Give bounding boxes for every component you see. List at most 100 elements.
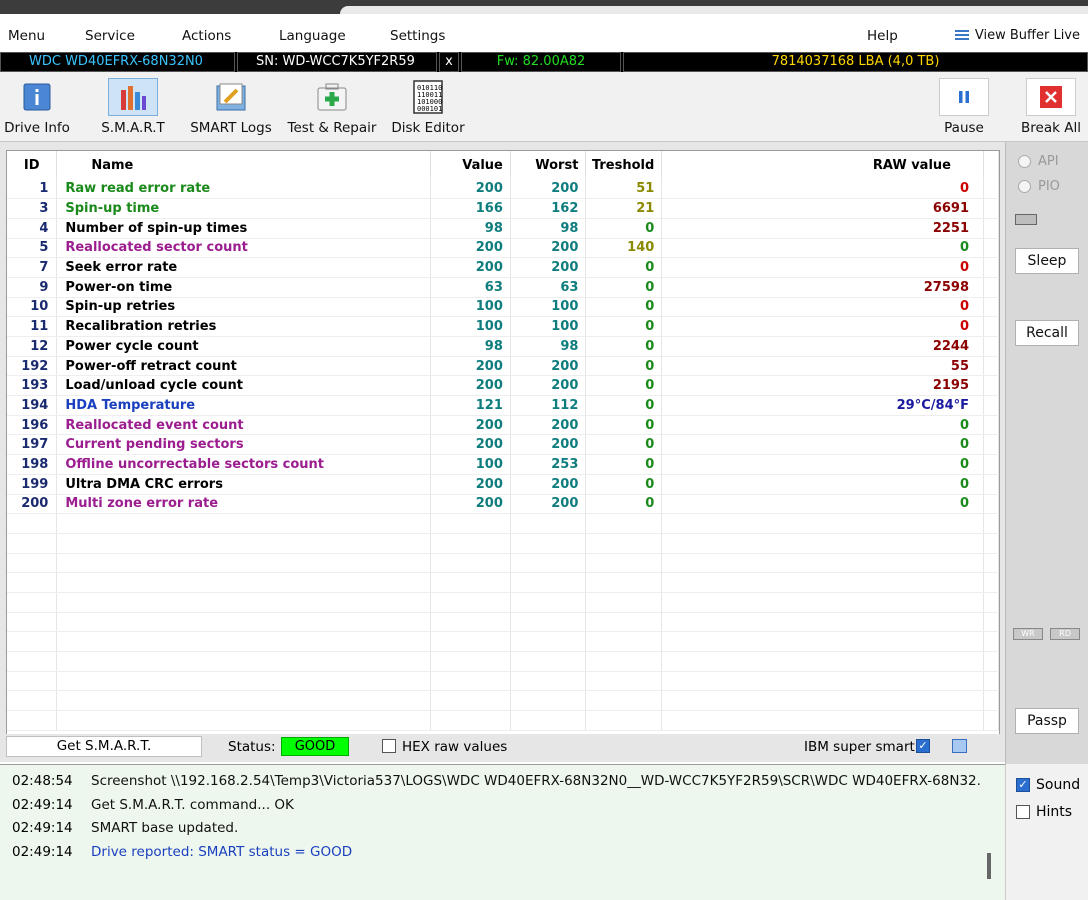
menu-item-help[interactable]: Help: [867, 28, 898, 44]
smart-table-container[interactable]: ID Name Value Worst Treshold RAW value 1…: [6, 150, 1000, 738]
log-time: 02:48:54: [12, 773, 73, 789]
recall-button[interactable]: Recall: [1015, 320, 1079, 346]
smart-worst-cell: 200: [510, 474, 587, 495]
drive-info-button[interactable]: Drive Info: [4, 78, 70, 138]
smart-id-cell: 196: [7, 415, 58, 436]
empty-cell: [430, 533, 511, 554]
smart-treshold-cell: 0: [585, 474, 663, 495]
drive-capacity: 7814037168 LBA (4,0 TB): [623, 52, 1088, 72]
table-row[interactable]: 196 Reallocated event count 200 200 0 0: [7, 415, 999, 436]
smart-worst-cell: 200: [510, 415, 587, 436]
table-row[interactable]: 193 Load/unload cycle count 200 200 0 2195: [7, 375, 999, 397]
col-header-treshold[interactable]: Treshold: [585, 151, 663, 179]
empty-cell: [510, 572, 587, 593]
sleep-button[interactable]: Sleep: [1015, 248, 1079, 274]
table-row[interactable]: 5 Reallocated sector count 200 200 140 0: [7, 238, 999, 259]
break-all-button[interactable]: Break All: [1020, 78, 1082, 138]
col-header-worst[interactable]: Worst: [510, 151, 587, 179]
empty-cell: [430, 553, 511, 574]
empty-cell: [510, 651, 587, 672]
test-repair-button[interactable]: Test & Repair: [286, 78, 378, 138]
smart-id-cell: 198: [7, 454, 58, 475]
smart-logs-label: SMART Logs: [190, 120, 272, 136]
smart-treshold-cell: 0: [585, 257, 663, 278]
table-row[interactable]: 199 Ultra DMA CRC errors 200 200 0 0: [7, 474, 999, 495]
smart-treshold-cell: 0: [585, 454, 663, 475]
log-panel[interactable]: 02:48:54 Screenshot \\192.168.2.54\Temp3\…: [0, 764, 1005, 900]
smart-raw-cell: 2195: [661, 375, 984, 397]
api-radio[interactable]: [1018, 155, 1031, 168]
smart-value-cell: 98: [430, 336, 511, 357]
empty-cell: [661, 612, 984, 633]
table-row[interactable]: 194 HDA Temperature 121 112 0 29°C/84°F: [7, 395, 999, 416]
smart-value-cell: 200: [430, 356, 511, 377]
disk-editor-label: Disk Editor: [391, 120, 465, 136]
smart-logs-button[interactable]: SMART Logs: [188, 78, 274, 138]
table-row[interactable]: 4 Number of spin-up times 98 98 0 2251: [7, 218, 999, 239]
table-row[interactable]: 197 Current pending sectors 200 200 0 0: [7, 434, 999, 456]
pio-radio[interactable]: [1018, 180, 1031, 193]
smart-value-cell: 200: [430, 434, 511, 456]
menu-item-settings[interactable]: Settings: [390, 28, 445, 44]
ibm-super-smart-checkbox[interactable]: ✓: [916, 739, 930, 753]
sound-checkbox[interactable]: ✓: [1016, 778, 1030, 792]
smart-raw-cell: 0: [661, 494, 984, 515]
col-header-value[interactable]: Value: [430, 151, 511, 179]
smart-id-cell: 12: [7, 336, 58, 357]
smart-treshold-cell: 0: [585, 297, 663, 318]
smart-name-cell: Multi zone error rate: [56, 494, 432, 515]
smart-value-cell: 121: [430, 395, 511, 416]
drive-model[interactable]: WDC WD40EFRX-68N32N0: [0, 52, 235, 72]
passp-button[interactable]: Passp: [1015, 708, 1079, 734]
table-row[interactable]: 3 Spin-up time 166 162 21 6691: [7, 198, 999, 219]
smart-worst-cell: 200: [510, 179, 587, 200]
smart-raw-cell: 2251: [661, 218, 984, 239]
table-row[interactable]: 198 Offline uncorrectable sectors count 10…: [7, 454, 999, 475]
empty-cell: [585, 671, 663, 692]
smart-worst-cell: 100: [510, 297, 587, 318]
log-time: 02:49:14: [12, 796, 73, 813]
empty-cell: [7, 572, 58, 593]
table-row[interactable]: 200 Multi zone error rate 200 200 0 0: [7, 494, 999, 515]
menu-item-actions[interactable]: Actions: [182, 28, 231, 44]
empty-cell: [983, 710, 999, 731]
menu-item-service[interactable]: Service: [85, 28, 135, 44]
table-row[interactable]: 12 Power cycle count 98 98 0 2244: [7, 336, 999, 357]
empty-cell: [510, 513, 587, 534]
smart-button[interactable]: S.M.A.R.T: [98, 78, 168, 138]
empty-row: [7, 710, 999, 731]
menu-item-language[interactable]: Language: [279, 28, 346, 44]
col-header-id[interactable]: ID: [7, 151, 58, 179]
table-row[interactable]: 9 Power-on time 63 63 0 27598: [7, 277, 999, 298]
close-drive-button[interactable]: x: [439, 52, 459, 72]
empty-cell: [585, 651, 663, 672]
empty-cell: [983, 572, 999, 593]
log-entry: 02:49:14 Get S.M.A.R.T. command... OK: [12, 797, 294, 813]
table-row[interactable]: 7 Seek error rate 200 200 0 0: [7, 257, 999, 278]
hints-checkbox[interactable]: [1016, 805, 1030, 819]
view-buffer-live-button[interactable]: View Buffer Live: [954, 28, 1080, 43]
col-header-name[interactable]: Name: [56, 151, 432, 179]
table-row[interactable]: 11 Recalibration retries 100 100 0 0: [7, 316, 999, 337]
color-option-checkbox[interactable]: [952, 739, 967, 753]
empty-cell: [430, 710, 511, 731]
table-row[interactable]: 192 Power-off retract count 200 200 0 55: [7, 356, 999, 377]
smart-worst-cell: 98: [510, 336, 587, 357]
hex-raw-values-checkbox[interactable]: [382, 739, 396, 753]
disk-editor-button[interactable]: 010110 110011 101000 000101 Disk Editor: [391, 78, 465, 138]
table-row[interactable]: 10 Spin-up retries 100 100 0 0: [7, 297, 999, 318]
pause-button[interactable]: Pause: [938, 78, 990, 138]
empty-row: [7, 651, 999, 672]
log-scrollbar[interactable]: [987, 853, 991, 879]
get-smart-button[interactable]: Get S.M.A.R.T.: [6, 736, 202, 757]
smart-worst-cell: 63: [510, 277, 587, 298]
empty-cell: [430, 671, 511, 692]
smart-worst-cell: 112: [510, 395, 587, 416]
empty-row: [7, 631, 999, 652]
log-time: 02:49:14: [12, 820, 73, 836]
menu-item-menu[interactable]: Menu: [8, 28, 45, 44]
col-header-raw[interactable]: RAW value: [661, 151, 984, 179]
empty-cell: [56, 513, 432, 534]
table-row[interactable]: 1 Raw read error rate 200 200 51 0: [7, 179, 999, 200]
row-spacer: [983, 238, 999, 259]
